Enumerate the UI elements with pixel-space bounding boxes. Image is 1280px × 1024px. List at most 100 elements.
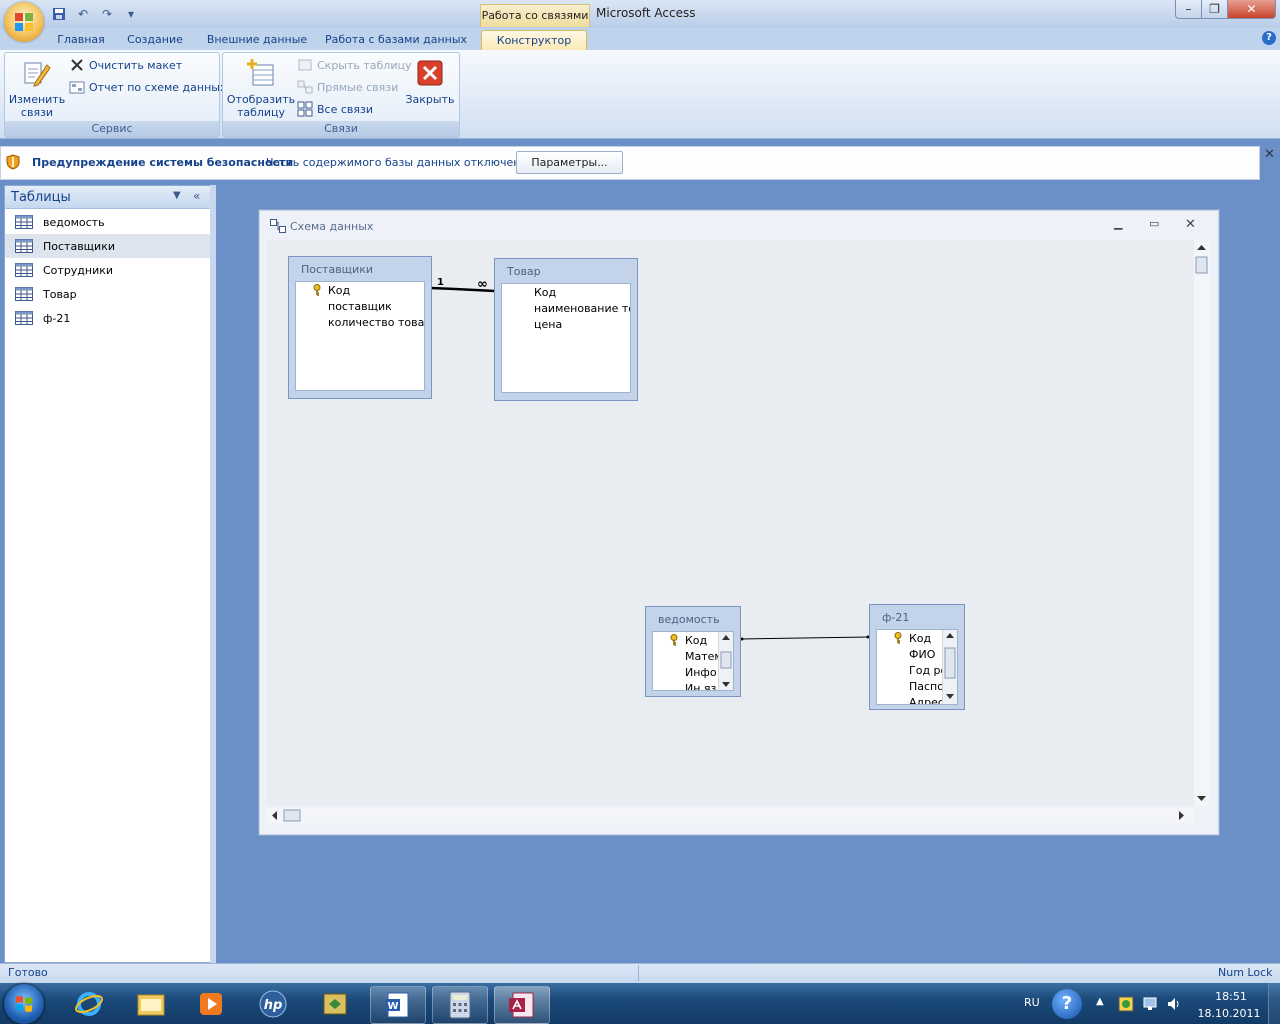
tab-database-tools[interactable]: Работа с базами данных xyxy=(324,30,468,50)
primary-key-icon xyxy=(313,284,321,296)
table-icon xyxy=(15,239,33,253)
security-bar-close-icon[interactable]: ✕ xyxy=(1264,147,1275,162)
tray-time[interactable]: 18:51 xyxy=(1206,990,1256,1003)
tab-create[interactable]: Создание xyxy=(122,30,188,50)
show-desktop-button[interactable] xyxy=(1268,983,1280,1024)
nav-item-suppliers[interactable]: Поставщики xyxy=(5,234,211,258)
field-list-scrollbar[interactable] xyxy=(942,630,957,704)
schema-field[interactable]: Адрес xyxy=(909,696,944,704)
app-title: Microsoft Access xyxy=(596,6,696,20)
schema-horizontal-scrollbar[interactable] xyxy=(267,808,1194,823)
tab-designer[interactable]: Конструктор xyxy=(481,30,587,51)
edit-relations-button[interactable]: Изменить связи xyxy=(7,57,67,119)
scroll-right-icon[interactable] xyxy=(1179,811,1184,820)
security-params-button[interactable]: Параметры... xyxy=(516,151,623,174)
nav-item-label: Сотрудники xyxy=(43,263,114,277)
nav-item-employees[interactable]: Сотрудники xyxy=(5,258,211,282)
tray-language[interactable]: RU xyxy=(1024,996,1040,1009)
nav-dropdown-icon[interactable]: ▼ xyxy=(173,190,181,201)
schema-minimize-button[interactable]: ▁ xyxy=(1114,217,1122,230)
hide-table-button[interactable]: Скрыть таблицу xyxy=(297,55,412,75)
help-icon[interactable]: ? xyxy=(1262,31,1276,45)
tray-help-icon[interactable]: ? xyxy=(1052,989,1082,1019)
security-warning-title: Предупреждение системы безопасности xyxy=(32,156,294,169)
schema-field[interactable]: Код xyxy=(909,632,931,645)
undo-icon[interactable]: ↶ xyxy=(74,5,92,23)
save-icon[interactable] xyxy=(50,5,68,23)
scroll-thumb[interactable] xyxy=(283,809,301,822)
taskbar-explorer-icon[interactable] xyxy=(124,986,178,1022)
schema-table-title: Поставщики xyxy=(301,263,373,276)
office-button[interactable] xyxy=(4,2,44,42)
nav-item-goods[interactable]: Товар xyxy=(5,282,211,306)
schema-field[interactable]: Инфо xyxy=(685,666,717,679)
show-table-icon xyxy=(247,59,274,86)
primary-key-icon xyxy=(670,634,678,646)
close-button[interactable]: ✕ xyxy=(1227,0,1276,19)
schema-field[interactable]: Код xyxy=(685,634,707,647)
table-icon xyxy=(15,215,33,229)
schema-table-goods[interactable]: Товар Код наименование то цена xyxy=(494,258,638,401)
schema-table-vedomost[interactable]: ведомость Код Матем Инфо Ин.яз xyxy=(645,606,741,697)
maximize-button[interactable]: ❐ xyxy=(1201,0,1228,19)
tray-security-icon[interactable] xyxy=(1118,996,1134,1012)
direct-relations-button[interactable]: Прямые связи xyxy=(297,77,398,97)
ribbon-tabs: Главная Создание Внешние данные Работа с… xyxy=(0,28,1280,51)
taskbar-ie-icon[interactable] xyxy=(62,986,116,1022)
tab-external-data[interactable]: Внешние данные xyxy=(202,30,312,50)
close-relations-button[interactable]: Закрыть xyxy=(403,57,457,106)
schema-report-button[interactable]: Отчет по схеме данных xyxy=(69,77,226,97)
scroll-thumb[interactable] xyxy=(1195,256,1208,274)
taskbar-app-icon[interactable] xyxy=(308,986,362,1022)
minimize-button[interactable]: – xyxy=(1175,0,1202,19)
qat-customize-icon[interactable]: ▾ xyxy=(122,5,140,23)
shield-icon xyxy=(6,154,20,170)
close-red-icon xyxy=(417,60,443,86)
field-list-scrollbar[interactable] xyxy=(718,632,733,690)
nav-collapse-icon[interactable]: « xyxy=(193,189,200,203)
start-button[interactable] xyxy=(4,984,44,1024)
show-table-button[interactable]: Отобразить таблицу xyxy=(225,57,297,119)
schema-close-button[interactable]: ✕ xyxy=(1185,217,1196,232)
nav-item-f21[interactable]: ф-21 xyxy=(5,306,211,330)
scroll-down-icon[interactable] xyxy=(1197,796,1206,801)
all-relations-button[interactable]: Все связи xyxy=(297,99,373,119)
tab-home[interactable]: Главная xyxy=(52,30,110,50)
schema-table-title: Товар xyxy=(507,265,541,278)
ribbon-group-service-label: Сервис xyxy=(5,121,219,137)
schema-field[interactable]: Ин.яз xyxy=(685,682,716,690)
taskbar-media-icon[interactable] xyxy=(184,986,238,1022)
relation-vedomost-f21[interactable] xyxy=(740,636,870,640)
tray-date[interactable]: 18.10.2011 xyxy=(1196,1007,1262,1020)
tray-volume-icon[interactable] xyxy=(1166,996,1182,1012)
schema-field[interactable]: Паспо xyxy=(909,680,944,693)
schema-field[interactable]: Код xyxy=(534,286,556,299)
taskbar-access-icon[interactable] xyxy=(494,986,550,1024)
schema-table-f21[interactable]: ф-21 Код ФИО Год ро Паспо Адрес xyxy=(869,604,965,710)
taskbar-hp-icon[interactable]: hp xyxy=(246,986,300,1022)
schema-field[interactable]: поставщик xyxy=(328,300,392,313)
taskbar-word-icon[interactable]: W xyxy=(370,986,426,1024)
schema-field[interactable]: наименование то xyxy=(534,302,630,315)
tray-expand-icon[interactable]: ▲ xyxy=(1096,996,1104,1007)
edit-relations-label: Изменить связи xyxy=(8,93,66,119)
scroll-left-icon[interactable] xyxy=(272,811,277,820)
schema-maximize-button[interactable]: ▭ xyxy=(1149,217,1159,230)
schema-table-fields: Код поставщик количество товар xyxy=(295,281,425,391)
taskbar-calculator-icon[interactable] xyxy=(432,986,488,1024)
schema-table-title: ф-21 xyxy=(882,611,910,624)
table-icon xyxy=(15,287,33,301)
direct-relations-label: Прямые связи xyxy=(317,80,399,94)
schema-table-suppliers[interactable]: Поставщики Код поставщик количество това… xyxy=(288,256,432,399)
schema-field[interactable]: цена xyxy=(534,318,562,331)
schema-field[interactable]: ФИО xyxy=(909,648,935,661)
schema-field[interactable]: Код xyxy=(328,284,350,297)
tray-network-icon[interactable] xyxy=(1142,996,1158,1012)
ribbon-group-relations-label: Связи xyxy=(223,121,459,137)
redo-icon[interactable]: ↷ xyxy=(98,5,116,23)
clear-layout-button[interactable]: Очистить макет xyxy=(69,55,182,75)
scroll-up-icon[interactable] xyxy=(1197,245,1206,250)
nav-item-vedomost[interactable]: ведомость xyxy=(5,210,211,234)
schema-field[interactable]: количество товар xyxy=(328,316,424,329)
schema-vertical-scrollbar[interactable] xyxy=(1194,240,1209,806)
